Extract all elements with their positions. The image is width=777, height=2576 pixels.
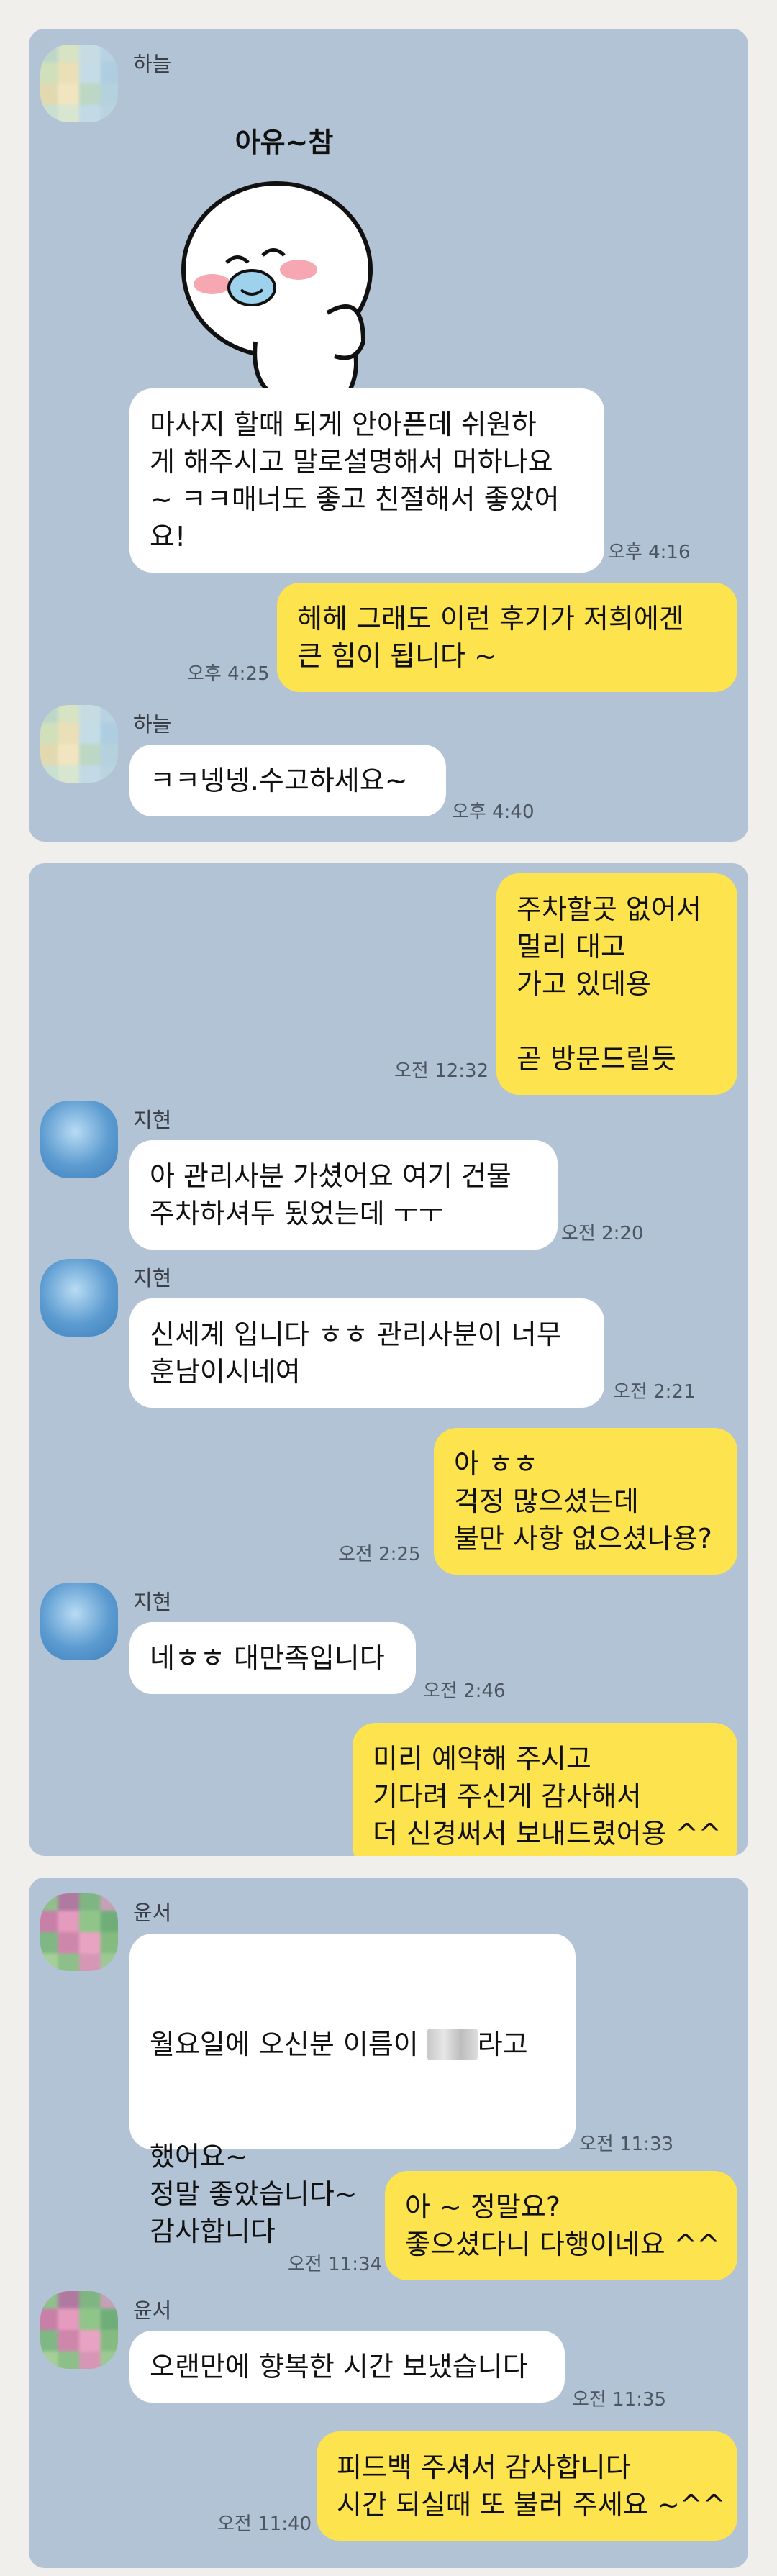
message-line: 월요일에 오신분 이름이 ㅇㅇ라고 [150,2026,555,2063]
message-time: 오전 11:40 [217,2513,312,2535]
message-time: 오후 4:40 [452,801,535,823]
contact-name: 지현 [133,1590,172,1614]
message-time: 오전 11:33 [579,2134,674,2155]
sticker-image[interactable]: 아유~참 [169,126,399,399]
message-time: 오후 4:25 [187,663,270,685]
message-bubble-outgoing[interactable]: 주차할곳 없어서 멀리 대고 가고 있데용 곧 방문드릴듯 [496,873,737,1095]
message-bubble-outgoing[interactable]: 아 ㅎㅎ 걱정 많으셨는데 불만 사항 없으셨나용? [434,1428,737,1575]
chat-panel-2: 주차할곳 없어서 멀리 대고 가고 있데용 곧 방문드릴듯 오전 12:32 지… [29,863,748,1856]
redacted-name: ㅇㅇ [427,2029,478,2060]
contact-name: 하늘 [133,712,172,737]
message-bubble-outgoing[interactable]: 아 ~ 정말요? 좋으셨다니 다행이네요 ^^ [385,2171,737,2280]
message-bubble-incoming[interactable]: 마사지 할때 되게 안아픈데 쉬원하 게 해주시고 말로설명해서 머하나요 ~ … [130,388,604,573]
message-bubble-incoming[interactable]: 신세계 입니다 ㅎㅎ 관리사분이 너무 훈남이시네여 [130,1298,604,1408]
contact-name: 지현 [133,1266,172,1291]
message-time: 오후 4:16 [608,542,691,563]
message-bubble-outgoing[interactable]: 미리 예약해 주시고 기다려 주신게 감사해서 더 신경써서 보내드렸어용 ^^ [353,1723,737,1856]
message-time: 오전 2:46 [423,1680,506,1702]
message-bubble-outgoing[interactable]: 헤헤 그래도 이런 후기가 저희에겐 큰 힘이 됩니다 ~ [277,583,737,692]
avatar-jihyeon[interactable] [40,1101,118,1178]
avatar-haneul[interactable] [40,45,118,122]
message-bubble-incoming[interactable]: ㅋㅋ넹넹.수고하세요~ [130,745,446,816]
avatar-yunseo[interactable] [40,2291,118,2369]
contact-name: 하늘 [133,52,172,76]
message-bubble-outgoing[interactable]: 피드백 주셔서 감사합니다 시간 되실때 또 불러 주세요 ~^^ [317,2431,737,2541]
message-bubble-incoming[interactable]: 아 관리사분 가셨어요 여기 건물 주차하셔두 됬었는데 ㅜㅜ [130,1140,558,1250]
chat-panel-3: 윤서 월요일에 오신분 이름이 ㅇㅇ라고 했어요~ 정말 좋았습니다~ 감사합니… [29,1878,748,2568]
message-bubble-incoming[interactable]: 오랜만에 향복한 시간 보냈습니다 [130,2331,565,2403]
avatar-jihyeon[interactable] [40,1583,118,1660]
message-time: 오전 2:21 [613,1381,696,1403]
message-text: 월요일에 오신분 이름이 [150,2029,427,2060]
avatar-yunseo[interactable] [40,1893,118,1971]
chat-panel-1: 하늘 아유~참 마사지 할때 되게 안아픈데 쉬원하 게 해주시고 말로설명해서… [29,29,748,842]
contact-name: 윤서 [133,1901,172,1925]
message-bubble-incoming[interactable]: 월요일에 오신분 이름이 ㅇㅇ라고 했어요~ 정말 좋았습니다~ 감사합니다 [130,1934,576,2247]
avatar-haneul[interactable] [40,705,118,783]
message-time: 오전 2:25 [338,1544,421,1565]
avatar-jihyeon[interactable] [40,1259,118,1337]
contact-name: 윤서 [133,2298,172,2323]
message-time: 오전 12:32 [394,1060,489,1082]
sticker-caption: 아유~참 [235,127,334,158]
message-bubble-incoming[interactable]: 네ㅎㅎ 대만족입니다 [130,1622,416,1694]
message-time: 오전 2:20 [561,1223,644,1244]
message-time: 오전 11:35 [572,2389,667,2411]
message-text: 라고 [477,2029,528,2060]
contact-name: 지현 [133,1108,172,1132]
message-time: 오전 11:34 [288,2254,383,2275]
